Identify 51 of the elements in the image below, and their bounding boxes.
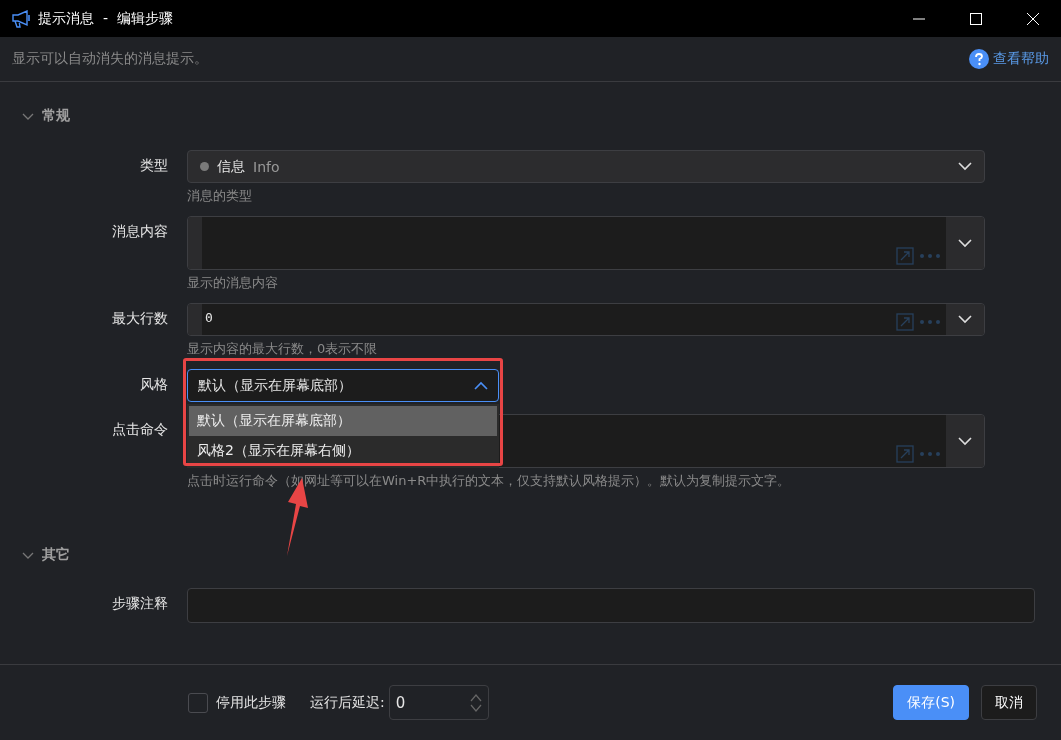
more-icon[interactable] [920,452,940,456]
editor-field[interactable] [187,216,985,270]
description-text: 显示可以自动消失的消息提示。 [12,50,208,68]
section-header[interactable]: 其它 [0,545,1061,565]
field-hint: 消息的类型 [187,188,253,204]
help-link[interactable]: 查看帮助 [969,49,1049,69]
cancel-button[interactable]: 取消 [981,685,1037,720]
dropdown-toggle[interactable] [946,304,984,335]
close-icon [1026,12,1039,25]
help-icon [969,49,989,69]
chevron-up-icon [474,381,488,390]
more-icon[interactable] [920,254,940,258]
megaphone-icon [12,9,32,28]
select-secondary-text: Info [253,158,281,175]
dropdown-option[interactable]: 默认（显示在屏幕底部） [189,406,497,436]
field-label: 点击命令 [111,420,169,439]
expand-icon[interactable] [896,313,914,331]
more-icon[interactable] [920,320,940,324]
delay-spin-field[interactable]: 0 [388,685,489,720]
dropdown-toggle[interactable] [946,415,984,467]
type-select[interactable]: 信息 Info [187,150,985,183]
style-dropdown[interactable]: 默认（显示在屏幕底部） [187,369,499,402]
field-hint: 显示内容的最大行数，0表示不限 [187,341,379,357]
expand-icon[interactable] [896,247,914,265]
editor-field[interactable]: 0 [187,303,985,336]
checkbox-label: 停用此步骤 [216,693,286,712]
field-label: 最大行数 [111,309,169,328]
chevron-down-icon [958,238,972,248]
field-label: 类型 [139,156,169,175]
line-gutter [188,304,202,335]
input-field[interactable] [187,588,1035,623]
spin-arrows-icon[interactable] [469,692,482,713]
maximize-icon [969,12,982,25]
delay-label: 运行后延迟: [310,693,385,712]
chevron-down-icon [958,162,972,171]
field-label: 消息内容 [111,222,169,241]
checkbox[interactable] [188,692,208,713]
field-hint: 显示的消息内容 [187,275,279,291]
dropdown-option[interactable]: 风格2（显示在屏幕右侧） [189,436,497,466]
window-title: 提示消息 - 编辑步骤 [38,9,174,28]
chevron-down-icon [958,315,972,324]
minimize-icon [912,17,925,20]
editor-value: 0 [205,310,213,325]
select-value: 信息 [217,157,245,176]
field-label: 步骤注释 [111,594,169,613]
section-header[interactable]: 常规 [0,106,1061,126]
line-gutter [188,217,202,269]
expand-icon[interactable] [896,445,914,463]
chevron-down-icon [958,436,972,446]
dropdown-toggle[interactable] [946,217,984,269]
field-label: 风格 [139,375,169,394]
